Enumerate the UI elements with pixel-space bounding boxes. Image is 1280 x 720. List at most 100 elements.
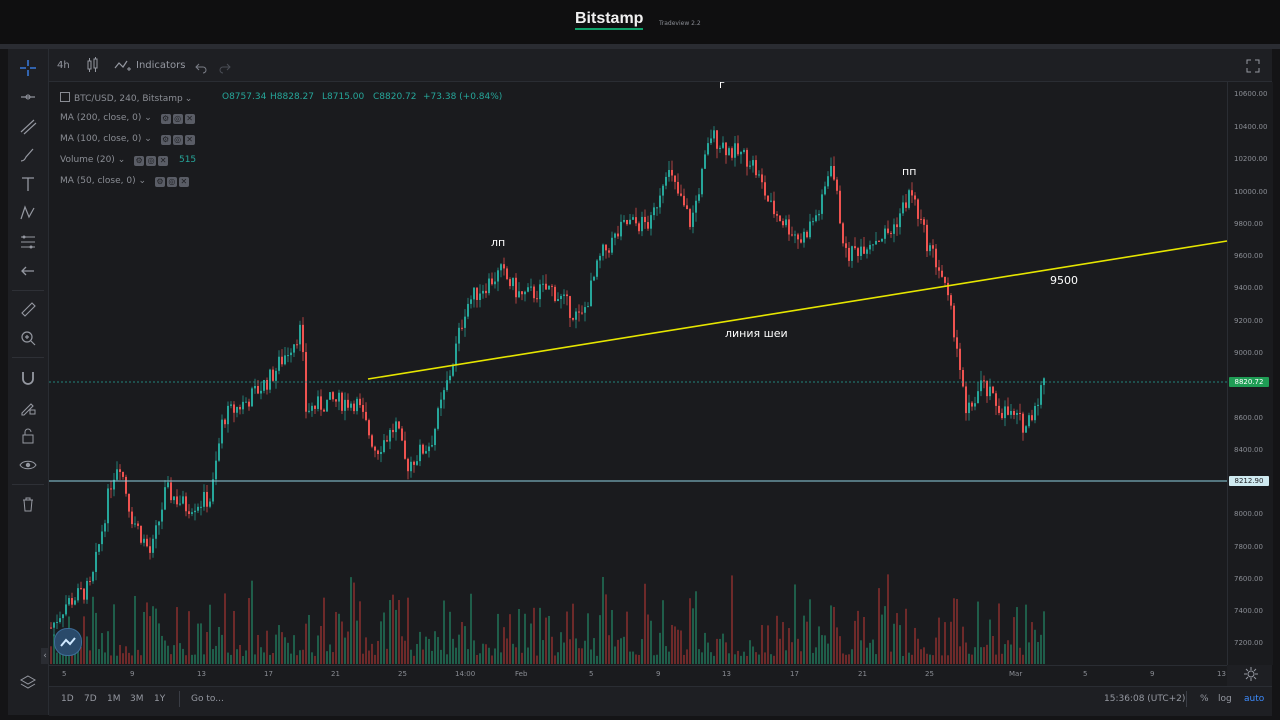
eye-icon[interactable] — [18, 455, 38, 475]
lock-drawing-icon[interactable] — [18, 397, 38, 417]
study-label: MA (50, close, 0) — [60, 176, 136, 186]
arrow-left-icon[interactable] — [18, 261, 38, 281]
hide-icon[interactable]: ◎ — [146, 156, 157, 166]
volume-value: 515 — [178, 155, 197, 165]
price-tick: 9800.00 — [1234, 220, 1263, 228]
interval-selector[interactable]: 4h — [57, 60, 70, 72]
time-axis[interactable] — [49, 665, 1227, 686]
price-tick: 8400.00 — [1234, 446, 1263, 454]
magnet-icon[interactable] — [18, 368, 38, 388]
time-tick: 13 — [197, 670, 206, 678]
chevron-down-icon[interactable]: ⌄ — [185, 94, 193, 104]
price-tick: 10000.00 — [1234, 188, 1268, 196]
price-tick: 10400.00 — [1234, 123, 1268, 131]
hide-icon[interactable]: ◎ — [166, 177, 177, 187]
indicators-button[interactable]: Indicators — [136, 60, 185, 72]
bottom-toolbar — [49, 686, 1272, 716]
label-target-price[interactable]: 9500 — [1050, 274, 1078, 287]
zoom-icon[interactable] — [18, 328, 38, 348]
ohlc-high: H8828.27 — [270, 92, 314, 102]
label-left-shoulder[interactable]: лп — [491, 236, 505, 249]
range-1d[interactable]: 1D — [61, 694, 74, 705]
time-tick: Mar — [1009, 670, 1023, 678]
drawing-toolbar — [8, 49, 49, 715]
time-tick: 9 — [656, 670, 661, 678]
settings-icon[interactable]: ⚙ — [154, 177, 165, 187]
time-tick: 17 — [264, 670, 273, 678]
app-header: Bitstamp Tradeview 2.2 — [0, 0, 1280, 44]
crosshair-icon[interactable] — [18, 58, 38, 78]
chevron-down-icon[interactable]: ⌄ — [138, 176, 146, 186]
settings-gear-icon[interactable] — [1242, 665, 1260, 683]
symbol-title: BTC/USD, 240, Bitstamp — [74, 94, 183, 104]
pattern-icon[interactable] — [18, 203, 38, 223]
time-tick: 25 — [925, 670, 934, 678]
redo-icon[interactable] — [219, 59, 231, 74]
range-1m[interactable]: 1M — [107, 694, 121, 705]
range-7d[interactable]: 7D — [84, 694, 97, 705]
auto-toggle[interactable]: auto — [1244, 694, 1264, 705]
fullscreen-icon[interactable] — [1245, 58, 1261, 74]
price-tick: 9600.00 — [1234, 252, 1263, 260]
close-icon[interactable]: ✕ — [158, 156, 169, 166]
chevron-down-icon[interactable]: ⌄ — [144, 134, 152, 144]
bitstamp-logo: Bitstamp — [575, 10, 644, 30]
study-ma50[interactable]: MA (50, close, 0) ⌄ ⚙ ◎ ✕ — [60, 176, 189, 187]
price-tick: 8600.00 — [1234, 414, 1263, 422]
horizontal-line-icon[interactable] — [18, 87, 38, 107]
chart-toolbar — [49, 49, 1272, 82]
fib-icon[interactable] — [18, 232, 38, 252]
goto-button[interactable]: Go to... — [191, 694, 224, 705]
ohlc-close: C8820.72 — [373, 92, 417, 102]
symbol-legend[interactable]: BTC/USD, 240, Bitstamp ⌄ — [60, 92, 192, 105]
candles-icon[interactable] — [86, 57, 100, 73]
tradingview-logo[interactable] — [54, 628, 82, 656]
label-neckline[interactable]: линия шеи — [725, 327, 788, 340]
close-icon[interactable]: ✕ — [184, 114, 195, 124]
range-3m[interactable]: 3M — [130, 694, 144, 705]
study-ma200[interactable]: MA (200, close, 0) ⌄ ⚙ ◎ ✕ — [60, 113, 195, 124]
price-tick: 10600.00 — [1234, 90, 1268, 98]
range-1y[interactable]: 1Y — [154, 694, 165, 705]
brush-icon[interactable] — [18, 145, 38, 165]
time-tick: 21 — [331, 670, 340, 678]
price-tick: 10200.00 — [1234, 155, 1268, 163]
time-tick: 17 — [790, 670, 799, 678]
chart-pane[interactable] — [49, 82, 1227, 665]
bottom-separator — [1186, 691, 1187, 707]
label-head[interactable]: г — [719, 78, 725, 91]
time-tick: 13 — [722, 670, 731, 678]
close-icon[interactable]: ✕ — [184, 135, 195, 145]
unlock-icon[interactable] — [18, 426, 38, 446]
hide-icon[interactable]: ◎ — [172, 114, 183, 124]
settings-icon[interactable]: ⚙ — [134, 156, 145, 166]
log-toggle[interactable]: log — [1218, 694, 1232, 705]
study-ma100[interactable]: MA (100, close, 0) ⌄ ⚙ ◎ ✕ — [60, 134, 195, 145]
chevron-down-icon[interactable]: ⌄ — [118, 155, 126, 165]
price-tick: 7400.00 — [1234, 607, 1263, 615]
symbol-checkbox-icon[interactable] — [60, 92, 70, 102]
text-icon[interactable] — [18, 174, 38, 194]
study-label: MA (100, close, 0) — [60, 134, 142, 144]
percent-toggle[interactable]: % — [1200, 694, 1209, 705]
ruler-icon[interactable] — [18, 299, 38, 319]
price-tick: 9000.00 — [1234, 349, 1263, 357]
hline-price-label[interactable]: 8212.90 — [1229, 476, 1269, 486]
time-tick: 13 — [1217, 670, 1226, 678]
trend-line-icon[interactable] — [18, 116, 38, 136]
settings-icon[interactable]: ⚙ — [160, 135, 171, 145]
study-volume[interactable]: Volume (20) ⌄ ⚙ ◎ ✕ 515 — [60, 155, 196, 166]
close-icon[interactable]: ✕ — [178, 177, 189, 187]
time-tick: 5 — [589, 670, 594, 678]
trash-icon[interactable] — [18, 494, 38, 514]
layers-icon[interactable] — [18, 673, 38, 693]
indicators-icon[interactable] — [114, 57, 132, 73]
app-version: Tradeview 2.2 — [659, 20, 701, 27]
label-right-shoulder[interactable]: пп — [902, 165, 916, 178]
time-tick: 21 — [858, 670, 867, 678]
settings-icon[interactable]: ⚙ — [160, 114, 171, 124]
scroll-left-icon[interactable]: ‹ — [41, 648, 49, 664]
undo-icon[interactable] — [195, 59, 207, 74]
hide-icon[interactable]: ◎ — [172, 135, 183, 145]
chevron-down-icon[interactable]: ⌄ — [144, 113, 152, 123]
